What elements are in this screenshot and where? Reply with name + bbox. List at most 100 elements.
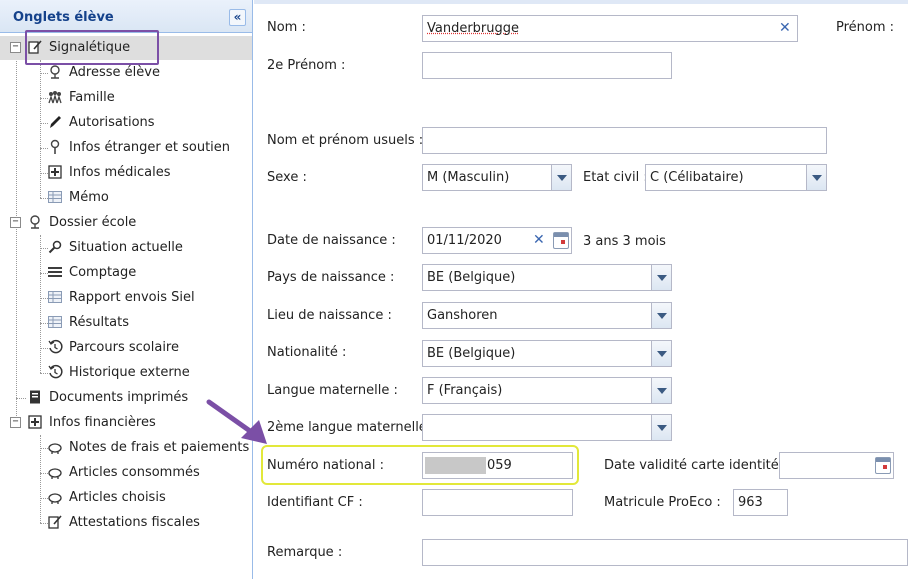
tree-item-situation-actuelle[interactable]: Situation actuelle bbox=[0, 236, 252, 260]
collapse-toggle-icon[interactable]: − bbox=[10, 417, 21, 428]
lieu-naissance-label: Lieu de naissance : bbox=[267, 308, 392, 323]
tree-label: Articles choisis bbox=[69, 490, 166, 505]
lieu-naissance-value: Ganshoren bbox=[427, 308, 498, 323]
etat-civil-select[interactable]: C (Célibataire) bbox=[645, 164, 827, 191]
history-icon bbox=[47, 364, 63, 380]
chevron-down-icon[interactable] bbox=[651, 415, 671, 440]
student-tabs-panel: Onglets élève « − Signalétique Adresse é… bbox=[0, 0, 253, 579]
langue-maternelle2-select[interactable] bbox=[422, 414, 672, 441]
chevron-down-icon[interactable] bbox=[551, 165, 571, 190]
calendar-icon[interactable] bbox=[553, 232, 569, 249]
tree-item-infos-etranger[interactable]: Infos étranger et soutien bbox=[0, 136, 252, 160]
family-icon bbox=[47, 89, 63, 105]
pays-naissance-value: BE (Belgique) bbox=[427, 270, 516, 285]
highlight-annotation bbox=[25, 30, 159, 65]
piggy-bank-icon bbox=[47, 489, 63, 505]
tree-label: Attestations fiscales bbox=[69, 515, 200, 530]
panel-header: Onglets élève « bbox=[0, 0, 252, 33]
tree-label: Dossier école bbox=[49, 215, 137, 230]
lieu-naissance-select[interactable]: Ganshoren bbox=[422, 302, 672, 329]
tree-item-autorisations[interactable]: Autorisations bbox=[0, 111, 252, 135]
langue-maternelle2-label: 2ème langue maternelle : bbox=[267, 420, 436, 435]
nationalite-select[interactable]: BE (Belgique) bbox=[422, 340, 672, 367]
matricule-value: 963 bbox=[738, 495, 763, 510]
printed-document-icon bbox=[27, 389, 43, 405]
date-naissance-label: Date de naissance : bbox=[267, 233, 396, 248]
highlight-annotation bbox=[261, 445, 579, 485]
langue-maternelle-select[interactable]: F (Français) bbox=[422, 377, 672, 404]
grid-document-icon bbox=[47, 289, 63, 305]
top-strip bbox=[254, 0, 908, 4]
tree-item-parcours-scolaire[interactable]: Parcours scolaire bbox=[0, 336, 252, 360]
tree-item-dossier-ecole[interactable]: − Dossier école bbox=[0, 211, 252, 235]
sexe-value: M (Masculin) bbox=[427, 170, 510, 185]
collapse-toggle-icon[interactable]: − bbox=[10, 42, 21, 53]
medical-cross-icon bbox=[27, 414, 43, 430]
collapse-panel-button[interactable]: « bbox=[229, 9, 246, 26]
nom-usuel-input[interactable] bbox=[422, 127, 827, 154]
grid-document-icon bbox=[47, 189, 63, 205]
calendar-icon[interactable] bbox=[875, 457, 891, 474]
tree-item-memo[interactable]: Mémo bbox=[0, 186, 252, 210]
sexe-select[interactable]: M (Masculin) bbox=[422, 164, 572, 191]
collapse-toggle-icon[interactable]: − bbox=[10, 217, 21, 228]
pays-naissance-select[interactable]: BE (Belgique) bbox=[422, 264, 672, 291]
prenom-label: Prénom : bbox=[836, 20, 895, 35]
deuxieme-prenom-input[interactable] bbox=[422, 52, 672, 79]
tree-item-historique-externe[interactable]: Historique externe bbox=[0, 361, 252, 385]
tree-label: Résultats bbox=[69, 315, 130, 330]
chevron-down-icon[interactable] bbox=[651, 265, 671, 290]
tree-label: Rapport envois Siel bbox=[69, 290, 195, 305]
tree-item-infos-medicales[interactable]: Infos médicales bbox=[0, 161, 252, 185]
tree-label: Comptage bbox=[69, 265, 137, 280]
pays-naissance-label: Pays de naissance : bbox=[267, 270, 395, 285]
arrow-annotation-icon bbox=[206, 399, 267, 444]
tree-label: Infos financières bbox=[49, 415, 156, 430]
piggy-bank-icon bbox=[47, 439, 63, 455]
tree-label: Documents imprimés bbox=[49, 390, 189, 405]
tree-item-attestations-fiscales[interactable]: Attestations fiscales bbox=[0, 511, 252, 535]
clear-icon[interactable]: ✕ bbox=[533, 228, 545, 253]
chevron-down-icon[interactable] bbox=[651, 341, 671, 366]
langue-maternelle-value: F (Français) bbox=[427, 383, 503, 398]
panel-title: Onglets élève bbox=[13, 10, 114, 25]
nationalite-label: Nationalité : bbox=[267, 345, 347, 360]
chevron-down-icon[interactable] bbox=[806, 165, 826, 190]
tree-label: Adresse élève bbox=[69, 65, 160, 80]
nom-input[interactable]: Vanderbrugge ✕ bbox=[422, 15, 798, 42]
tree-item-comptage[interactable]: Comptage bbox=[0, 261, 252, 285]
langue-maternelle-label: Langue maternelle : bbox=[267, 383, 398, 398]
age-text: 3 ans 3 mois bbox=[583, 234, 666, 249]
map-pin-icon bbox=[47, 64, 63, 80]
history-icon bbox=[47, 339, 63, 355]
piggy-bank-icon bbox=[47, 464, 63, 480]
sexe-label: Sexe : bbox=[267, 170, 307, 185]
tree-item-famille[interactable]: Famille bbox=[0, 86, 252, 110]
date-validite-label: Date validité carte identité : bbox=[604, 458, 788, 473]
chevron-down-icon[interactable] bbox=[651, 378, 671, 403]
date-validite-input[interactable] bbox=[779, 452, 894, 479]
tree-label: Infos étranger et soutien bbox=[69, 140, 231, 155]
tree-label: Mémo bbox=[69, 190, 109, 205]
nom-usuel-label: Nom et prénom usuels : bbox=[267, 133, 424, 148]
date-naissance-input[interactable]: 01/11/2020 ✕ bbox=[422, 227, 572, 254]
pencil-icon bbox=[47, 114, 63, 130]
tree-item-resultats[interactable]: Résultats bbox=[0, 311, 252, 335]
remarque-input[interactable] bbox=[422, 539, 908, 566]
tree-item-articles-choisis[interactable]: Articles choisis bbox=[0, 486, 252, 510]
map-pin-icon bbox=[27, 214, 43, 230]
tree-label: Historique externe bbox=[69, 365, 190, 380]
clear-icon[interactable]: ✕ bbox=[779, 16, 791, 41]
matricule-input[interactable]: 963 bbox=[733, 489, 788, 516]
tree-item-articles-consommes[interactable]: Articles consommés bbox=[0, 461, 252, 485]
edit-document-icon bbox=[47, 514, 63, 530]
list-icon bbox=[47, 264, 63, 280]
tree-item-rapport-envois[interactable]: Rapport envois Siel bbox=[0, 286, 252, 310]
etat-civil-label: Etat civil : bbox=[583, 170, 648, 185]
etat-civil-value: C (Célibataire) bbox=[650, 170, 744, 185]
chevron-down-icon[interactable] bbox=[651, 303, 671, 328]
tree-label: Parcours scolaire bbox=[69, 340, 179, 355]
identifiant-cf-input[interactable] bbox=[422, 489, 573, 516]
medical-cross-icon bbox=[47, 164, 63, 180]
tree-label: Famille bbox=[69, 90, 115, 105]
